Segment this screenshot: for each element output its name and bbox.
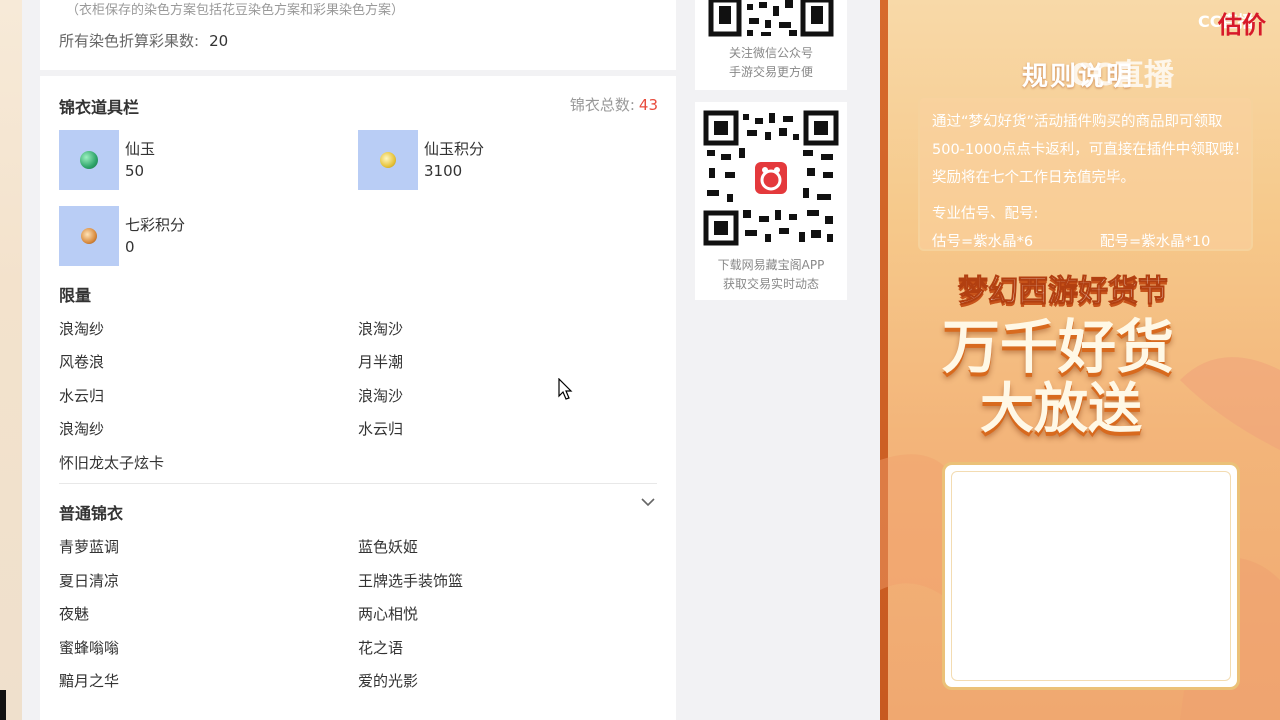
normal-section-title: 普通锦衣 xyxy=(59,504,124,523)
wardrobe-panel: 锦衣道具栏 锦衣总数: 43 仙玉 50 仙玉积分 3100 七彩积分 0 限量 … xyxy=(40,76,676,720)
prop-card-xianyu-points: 仙玉积分 3100 xyxy=(358,130,648,190)
limited-item: 怀旧龙太子炫卡 xyxy=(59,454,165,472)
normal-item: 夏日清凉 xyxy=(59,572,120,590)
appraisal-subtitle: 专业估号、配号: xyxy=(932,206,1039,222)
dye-note: （衣柜保存的染色方案包括花豆染色方案和彩果染色方案） xyxy=(66,3,405,18)
limited-item: 水云归 xyxy=(59,387,105,405)
cc-live-watermark: CC直播 xyxy=(1070,58,1175,93)
qr-caption: 关注微信公众号 xyxy=(728,46,813,60)
big-slogan-line2: 大放送 xyxy=(980,377,1142,440)
normal-item: 蜜蜂嗡嗡 xyxy=(59,639,120,657)
video-placeholder-frame xyxy=(942,462,1240,690)
prop-card-xianyu: 仙玉 50 xyxy=(59,130,349,190)
rainbow-points-icon xyxy=(59,206,119,266)
dye-total-row: 所有染色折算彩果数: 20 xyxy=(59,30,228,51)
limited-item: 水云归 xyxy=(358,420,404,438)
normal-item: 黯月之华 xyxy=(59,672,120,690)
normal-item: 两心相悦 xyxy=(358,605,419,623)
left-background-strip xyxy=(0,0,22,720)
appraisal-price-2: 配号=紫水晶*10 xyxy=(1100,234,1211,250)
prop-name: 仙玉 xyxy=(125,140,156,158)
normal-item: 花之语 xyxy=(358,639,404,657)
limited-item: 浪淘纱 xyxy=(59,420,105,438)
appraisal-price-1: 估号=紫水晶*6 xyxy=(932,234,1034,250)
jade-gem-icon xyxy=(59,130,119,190)
normal-item: 夜魅 xyxy=(59,605,90,623)
wechat-qr-card: 关注微信公众号 手游交易更方便 xyxy=(695,0,847,90)
rules-box: 通过“梦幻好货”活动插件购买的商品即可领取500-1000点点卡返利，可直接在插… xyxy=(918,96,1253,251)
limited-item: 浪淘沙 xyxy=(358,320,404,338)
jinyi-count-label: 锦衣总数: xyxy=(569,96,635,114)
section-divider xyxy=(59,483,657,484)
mouse-cursor-icon xyxy=(558,378,573,400)
dye-summary-panel: （衣柜保存的染色方案包括花豆染色方案和彩果染色方案） 所有染色折算彩果数: 20 xyxy=(40,0,676,70)
qr-caption: 手游交易更方便 xyxy=(728,65,813,79)
prop-value: 50 xyxy=(125,162,145,180)
prop-value: 0 xyxy=(125,238,135,256)
prop-card-rainbow-points: 七彩积分 0 xyxy=(59,206,349,266)
normal-item: 爱的光影 xyxy=(358,672,419,690)
limited-item: 浪淘纱 xyxy=(59,320,105,338)
appraisal-red-text: 估价 xyxy=(1218,11,1266,39)
normal-item: 青萝蓝调 xyxy=(59,538,120,556)
prop-name: 七彩积分 xyxy=(125,216,186,234)
limited-section-title: 限量 xyxy=(59,286,92,305)
app-qr-code xyxy=(703,110,839,246)
taskbar-fragment xyxy=(0,690,6,720)
chevron-down-icon[interactable] xyxy=(640,496,656,508)
normal-item: 王牌选手装饰篮 xyxy=(358,572,464,590)
qr-caption: 获取交易实时动态 xyxy=(722,277,819,291)
wechat-qr-code xyxy=(703,0,839,40)
jinyi-section-title: 锦衣道具栏 xyxy=(59,98,140,117)
app-qr-card: 下载网易藏宝阁APP 获取交易实时动态 xyxy=(695,102,847,300)
qr-caption: 下载网易藏宝阁APP xyxy=(717,258,825,272)
jade-points-icon xyxy=(358,130,418,190)
rules-body: 通过“梦幻好货”活动插件购买的商品即可领取500-1000点点卡返利，可直接在插… xyxy=(932,114,1249,186)
limited-item: 风卷浪 xyxy=(59,353,105,371)
limited-item: 月半潮 xyxy=(358,353,404,371)
limited-item: 浪淘沙 xyxy=(358,387,404,405)
normal-item: 蓝色妖姬 xyxy=(358,538,419,556)
jinyi-count-value: 43 xyxy=(638,96,658,114)
jinyi-count: 锦衣总数: 43 xyxy=(570,94,658,115)
dye-total-value: 20 xyxy=(209,32,229,50)
dye-total-label: 所有染色折算彩果数: xyxy=(59,32,200,50)
promo-banner[interactable]: CC直播 估价 规则说明 CC直播 通过“梦幻好货”活动插件购买的商品即可领取5… xyxy=(880,0,1280,720)
prop-name: 仙玉积分 xyxy=(424,140,485,158)
prop-value: 3100 xyxy=(424,162,463,180)
frame-inner-border xyxy=(951,471,1231,681)
